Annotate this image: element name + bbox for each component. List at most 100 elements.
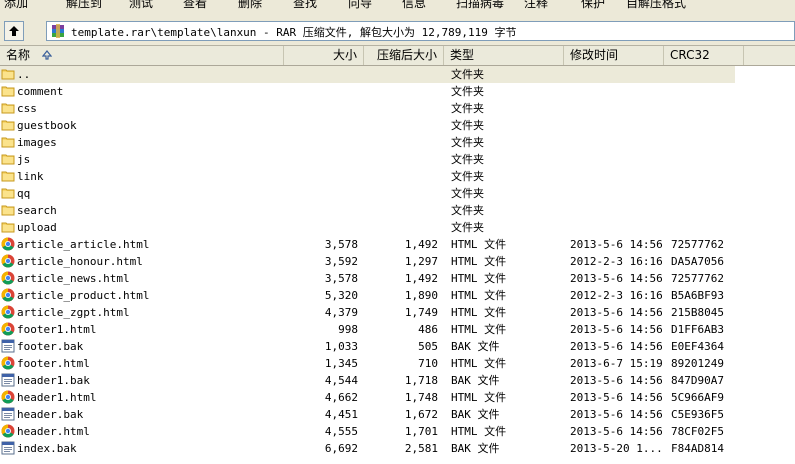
file-list[interactable]: .. 文件夹 comment 文件夹 css 文件夹 guestbook 文件夹 images 文… [0,66,795,464]
file-crc [671,185,741,202]
file-crc [671,100,741,117]
toolbar-wizard-button[interactable]: 向导 [348,0,372,11]
file-type: BAK 文件 [451,408,500,421]
toolbar-comment-button[interactable]: 注释 [524,0,548,11]
file-size: 4,451 [324,408,358,421]
file-row[interactable]: article_zgpt.html 4,379 1,749 HTML 文件 2013-5… [0,304,795,321]
file-packed-size: 2,581 [404,442,438,455]
file-row[interactable]: article_article.html 3,578 1,492 HTML 文件 201… [0,236,795,253]
file-packed-size [364,168,438,185]
file-modified: 2013-5-6 14:56 [570,425,663,438]
column-type-header[interactable]: 类型 [444,46,564,65]
file-row[interactable]: footer.bak 1,033 505 BAK 文件 2013-5-6 14:56 E0… [0,338,795,355]
file-name: guestbook [17,119,77,132]
file-type: 文件夹 [451,136,484,149]
file-row[interactable]: images 文件夹 [0,134,795,151]
file-size [284,66,358,83]
file-row[interactable]: article_news.html 3,578 1,492 HTML 文件 2013-5… [0,270,795,287]
file-type: HTML 文件 [451,289,507,302]
file-type: HTML 文件 [451,255,507,268]
file-modified [570,202,666,219]
file-row[interactable]: article_product.html 5,320 1,890 HTML 文件 201… [0,287,795,304]
toolbar-test-button[interactable]: 测试 [129,0,153,11]
column-packed-header[interactable]: 压缩后大小 [364,46,444,65]
file-modified: 2012-2-3 16:16 [570,255,663,268]
file-row[interactable]: header.bak 4,451 1,672 BAK 文件 2013-5-6 14:56… [0,406,795,423]
file-row[interactable]: qq 文件夹 [0,185,795,202]
file-row[interactable]: guestbook 文件夹 [0,117,795,134]
toolbar-delete-button[interactable]: 删除 [238,0,262,11]
file-crc: E0EF4364 [671,340,724,353]
file-row[interactable]: index.bak 6,692 2,581 BAK 文件 2013-5-20 1... F… [0,440,795,457]
file-row[interactable]: comment 文件夹 [0,83,795,100]
file-packed-size [364,134,438,151]
file-type: HTML 文件 [451,425,507,438]
file-modified [570,117,666,134]
toolbar-protect-button[interactable]: 保护 [581,0,605,11]
file-packed-size: 1,701 [404,425,438,438]
file-modified [570,66,666,83]
file-name: search [17,204,57,217]
file-name: upload [17,221,57,234]
file-name: article_article.html [17,238,150,251]
file-modified [570,100,666,117]
file-name: comment [17,85,64,98]
file-crc: F84AD814 [671,442,724,455]
toolbar-add-button[interactable]: 添加 [4,0,28,11]
file-modified: 2013-6-7 15:19 [570,357,663,370]
file-type: 文件夹 [451,187,484,200]
toolbar-virus-scan-button[interactable]: 扫描病毒 [456,0,504,11]
file-crc [671,219,741,236]
file-packed-size: 1,672 [404,408,438,421]
toolbar-info-button[interactable]: 信息 [402,0,426,11]
file-packed-size: 1,748 [404,391,438,404]
file-type: HTML 文件 [451,357,507,370]
file-type: BAK 文件 [451,442,500,455]
file-name: footer.html [17,357,90,370]
file-modified: 2013-5-20 1... [570,442,663,455]
file-row[interactable]: .. 文件夹 [0,66,795,83]
file-name: header1.bak [17,374,90,387]
toolbar-find-button[interactable]: 查找 [293,0,317,11]
file-packed-size [364,117,438,134]
column-modified-header[interactable]: 修改时间 [564,46,664,65]
file-name: header1.html [17,391,97,404]
file-size [284,83,358,100]
file-type: BAK 文件 [451,374,500,387]
file-packed-size: 1,297 [404,255,438,268]
file-row[interactable]: upload 文件夹 [0,219,795,236]
address-field[interactable]: template.rar\template\lanxun - RAR 压缩文件,… [46,21,795,41]
file-modified: 2013-5-6 14:56 [570,391,663,404]
column-size-header[interactable]: 大小 [284,46,364,65]
file-row[interactable]: article_honour.html 3,592 1,297 HTML 文件 2012… [0,253,795,270]
column-crc-header[interactable]: CRC32 [664,46,744,65]
file-row[interactable]: link 文件夹 [0,168,795,185]
column-name-header[interactable]: 名称 [0,46,284,65]
file-row[interactable]: header1.bak 4,544 1,718 BAK 文件 2013-5-6 14:5… [0,372,795,389]
file-modified: 2012-2-3 16:16 [570,289,663,302]
file-row[interactable]: search 文件夹 [0,202,795,219]
file-packed-size [364,219,438,236]
file-crc: DA5A7056 [671,255,724,268]
toolbar-extract-button[interactable]: 解压到 [66,0,102,11]
file-crc: B5A6BF93 [671,289,724,302]
file-packed-size [364,151,438,168]
toolbar-sfx-button[interactable]: 自解压格式 [626,0,686,11]
file-packed-size: 1,890 [404,289,438,302]
file-packed-size: 1,749 [404,306,438,319]
file-row[interactable]: footer1.html 998 486 HTML 文件 2013-5-6 14:56 D… [0,321,795,338]
toolbar-view-button[interactable]: 查看 [183,0,207,11]
file-row[interactable]: header1.html 4,662 1,748 HTML 文件 2013-5-6 14… [0,389,795,406]
file-row[interactable]: js 文件夹 [0,151,795,168]
file-type: HTML 文件 [451,272,507,285]
file-size [284,100,358,117]
file-row[interactable]: footer.html 1,345 710 HTML 文件 2013-6-7 15:19… [0,355,795,372]
file-row[interactable]: header.html 4,555 1,701 HTML 文件 2013-5-6 14:… [0,423,795,440]
file-row[interactable]: css 文件夹 [0,100,795,117]
up-folder-button[interactable] [4,21,24,41]
file-size: 4,544 [324,374,358,387]
file-crc: C5E936F5 [671,408,724,421]
file-packed-size [364,100,438,117]
file-type: BAK 文件 [451,340,500,353]
rar-archive-icon [52,24,64,38]
